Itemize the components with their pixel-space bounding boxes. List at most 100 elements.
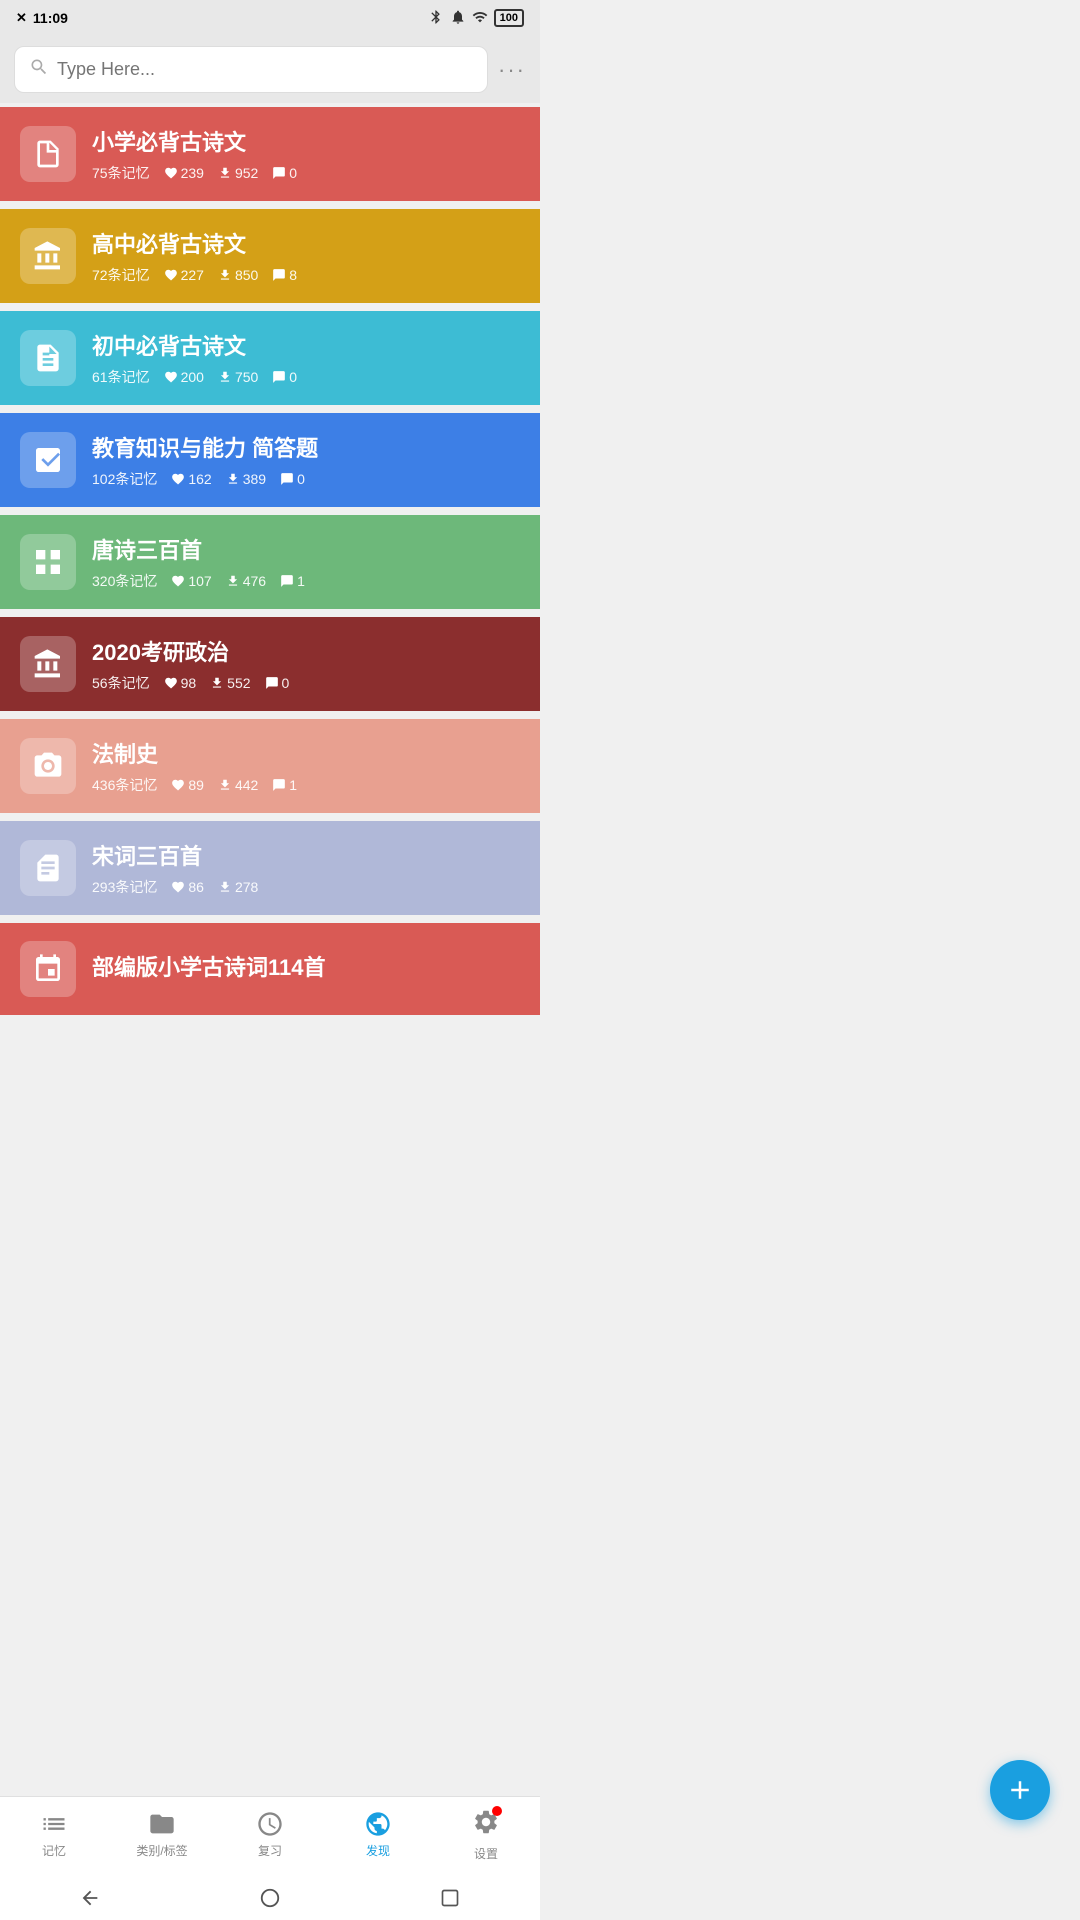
- card-icon: [20, 534, 76, 590]
- back-button[interactable]: [76, 1884, 104, 1912]
- card-title: 部编版小学古诗词114首: [92, 950, 520, 982]
- card-list: 小学必背古诗文 75条记忆 239 952 0 高: [0, 103, 540, 1149]
- card-icon: [20, 738, 76, 794]
- card-count: 61条记忆: [92, 367, 150, 387]
- card-stats: 75条记忆 239 952 0: [92, 163, 520, 183]
- recent-button[interactable]: [436, 1884, 464, 1912]
- card-downloads: 750: [218, 369, 258, 385]
- status-left: ✕ 11:09: [16, 10, 68, 26]
- search-bar: ···: [0, 36, 540, 103]
- nav-item-settings[interactable]: 设置: [446, 1808, 526, 1862]
- card-likes: 98: [164, 675, 197, 691]
- status-right: 100: [428, 9, 524, 28]
- card-likes: 107: [171, 573, 211, 589]
- nav-label-review: 复习: [258, 1842, 282, 1859]
- search-input-wrap[interactable]: [14, 46, 488, 93]
- card-content: 2020考研政治 56条记忆 98 552 0: [92, 635, 520, 693]
- sim-icon: ✕: [16, 10, 27, 26]
- card-downloads: 389: [226, 471, 266, 487]
- nav-label-category: 类别/标签: [136, 1842, 187, 1859]
- card-icon: [20, 941, 76, 997]
- card-title: 2020考研政治: [92, 635, 520, 667]
- card-icon: [20, 840, 76, 896]
- card-icon: [20, 126, 76, 182]
- list-item[interactable]: 初中必背古诗文 61条记忆 200 750 0: [0, 311, 540, 405]
- system-nav: [0, 1876, 540, 1920]
- card-comments: 0: [272, 369, 297, 385]
- card-stats: 320条记忆 107 476 1: [92, 571, 520, 591]
- card-stats: 436条记忆 89 442 1: [92, 775, 520, 795]
- fab-add-button[interactable]: [990, 1760, 1050, 1820]
- list-item[interactable]: 宋词三百首 293条记忆 86 278: [0, 821, 540, 915]
- time: 11:09: [33, 10, 68, 26]
- card-icon: [20, 330, 76, 386]
- card-count: 72条记忆: [92, 265, 150, 285]
- card-count: 436条记忆: [92, 775, 157, 795]
- card-likes: 86: [171, 879, 204, 895]
- card-comments: 0: [272, 165, 297, 181]
- nav-item-review[interactable]: 复习: [230, 1810, 310, 1859]
- nav-item-category[interactable]: 类别/标签: [122, 1810, 202, 1859]
- list-item[interactable]: 法制史 436条记忆 89 442 1: [0, 719, 540, 813]
- card-comments: 1: [280, 573, 305, 589]
- card-icon: [20, 636, 76, 692]
- card-title: 小学必背古诗文: [92, 125, 520, 157]
- list-item[interactable]: 教育知识与能力 简答题 102条记忆 162 389 0: [0, 413, 540, 507]
- card-downloads: 952: [218, 165, 258, 181]
- card-content: 教育知识与能力 简答题 102条记忆 162 389 0: [92, 431, 520, 489]
- card-title: 唐诗三百首: [92, 533, 520, 565]
- card-downloads: 278: [218, 879, 258, 895]
- card-downloads: 552: [210, 675, 250, 691]
- list-item[interactable]: 唐诗三百首 320条记忆 107 476 1: [0, 515, 540, 609]
- nav-label-settings: 设置: [474, 1845, 498, 1862]
- card-content: 法制史 436条记忆 89 442 1: [92, 737, 520, 795]
- card-content: 唐诗三百首 320条记忆 107 476 1: [92, 533, 520, 591]
- card-count: 102条记忆: [92, 469, 157, 489]
- status-bar: ✕ 11:09 100: [0, 0, 540, 36]
- card-downloads: 442: [218, 777, 258, 793]
- wifi-icon: [472, 9, 488, 28]
- card-title: 初中必背古诗文: [92, 329, 520, 361]
- card-count: 75条记忆: [92, 163, 150, 183]
- list-item[interactable]: 部编版小学古诗词114首: [0, 923, 540, 1015]
- list-item[interactable]: 小学必背古诗文 75条记忆 239 952 0: [0, 107, 540, 201]
- bottom-nav: 记忆 类别/标签 复习 发现 设置: [0, 1796, 540, 1876]
- card-content: 高中必背古诗文 72条记忆 227 850 8: [92, 227, 520, 285]
- card-likes: 200: [164, 369, 204, 385]
- bluetooth-icon: [428, 9, 444, 28]
- nav-label-memory: 记忆: [42, 1842, 66, 1859]
- card-count: 320条记忆: [92, 571, 157, 591]
- nav-label-discover: 发现: [366, 1842, 390, 1859]
- card-stats: 61条记忆 200 750 0: [92, 367, 520, 387]
- card-comments: 0: [280, 471, 305, 487]
- card-count: 56条记忆: [92, 673, 150, 693]
- card-count: 293条记忆: [92, 877, 157, 897]
- list-item[interactable]: 高中必背古诗文 72条记忆 227 850 8: [0, 209, 540, 303]
- card-likes: 239: [164, 165, 204, 181]
- card-likes: 227: [164, 267, 204, 283]
- nav-item-memory[interactable]: 记忆: [14, 1810, 94, 1859]
- card-downloads: 850: [218, 267, 258, 283]
- battery-icon: 100: [494, 9, 524, 27]
- home-button[interactable]: [256, 1884, 284, 1912]
- card-title: 高中必背古诗文: [92, 227, 520, 259]
- more-button[interactable]: ···: [498, 57, 526, 83]
- card-content: 小学必背古诗文 75条记忆 239 952 0: [92, 125, 520, 183]
- nav-item-discover[interactable]: 发现: [338, 1810, 418, 1859]
- card-stats: 102条记忆 162 389 0: [92, 469, 520, 489]
- card-stats: 293条记忆 86 278: [92, 877, 520, 897]
- notification-icon: [450, 9, 466, 28]
- search-input[interactable]: [57, 59, 473, 80]
- card-icon: [20, 228, 76, 284]
- card-likes: 89: [171, 777, 204, 793]
- card-content: 初中必背古诗文 61条记忆 200 750 0: [92, 329, 520, 387]
- card-likes: 162: [171, 471, 211, 487]
- card-comments: 1: [272, 777, 297, 793]
- card-stats: 56条记忆 98 552 0: [92, 673, 520, 693]
- card-content: 部编版小学古诗词114首: [92, 950, 520, 988]
- card-title: 宋词三百首: [92, 839, 520, 871]
- list-item[interactable]: 2020考研政治 56条记忆 98 552 0: [0, 617, 540, 711]
- card-downloads: 476: [226, 573, 266, 589]
- card-title: 法制史: [92, 737, 520, 769]
- card-comments: 0: [265, 675, 290, 691]
